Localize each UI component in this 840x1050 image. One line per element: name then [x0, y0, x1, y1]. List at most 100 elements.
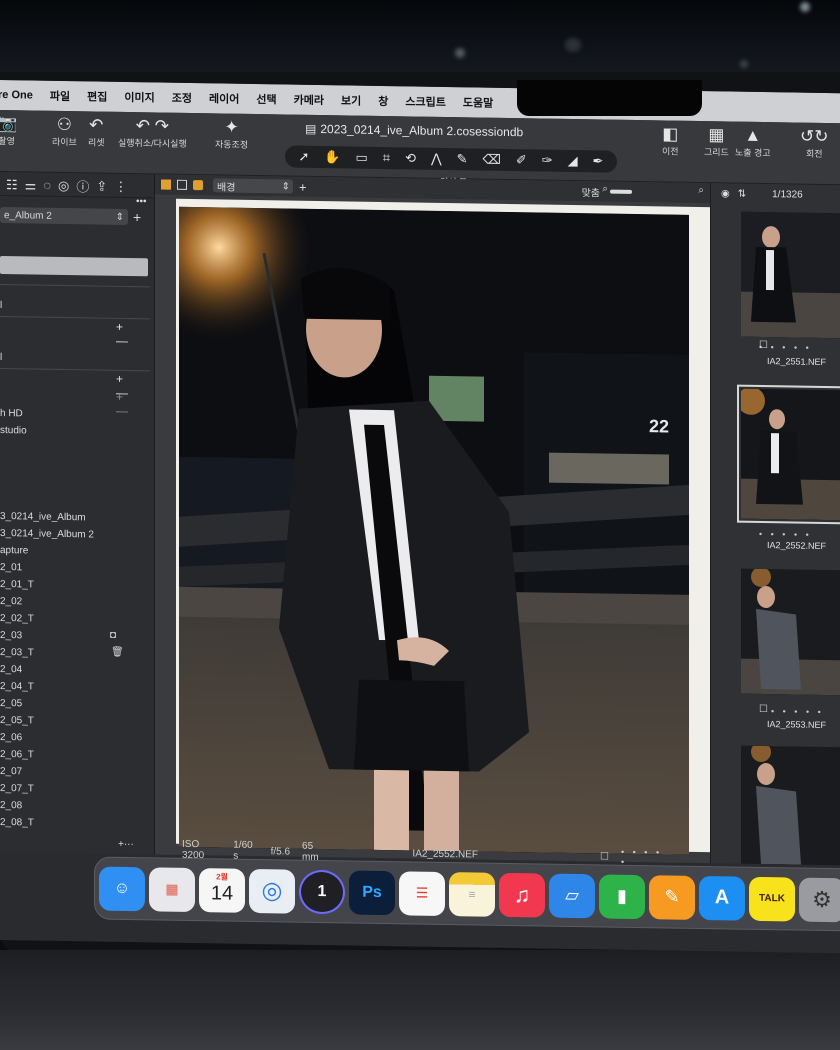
- pointer-tool-icon[interactable]: ➚: [298, 149, 309, 165]
- tree-item[interactable]: 2_07_T: [0, 783, 34, 795]
- tree-item[interactable]: 3_0214_ive_Album: [0, 511, 86, 523]
- heal-tool-icon[interactable]: ✑: [542, 153, 553, 169]
- safari-icon[interactable]: ◎: [249, 868, 295, 914]
- tree-item[interactable]: 2_06: [0, 732, 22, 743]
- thumbnail-checkbox-icon[interactable]: ☐: [759, 340, 768, 351]
- thumbnail-rating[interactable]: • • • • •: [771, 706, 824, 717]
- more-menu-icon[interactable]: ⋮: [114, 178, 127, 194]
- notes-icon[interactable]: ≡: [449, 871, 495, 917]
- eye-icon[interactable]: ◉: [721, 188, 730, 199]
- grid-button[interactable]: ▦ 그리드: [704, 125, 729, 158]
- session-select[interactable]: e_Album 2 ⇕: [0, 207, 128, 226]
- numbers-icon[interactable]: ▮: [599, 873, 645, 919]
- launchpad-icon[interactable]: ▦: [149, 866, 195, 912]
- tree-item[interactable]: 2_02_T: [0, 613, 34, 625]
- add-session-icon[interactable]: +: [133, 209, 141, 225]
- lens-tab-icon[interactable]: ◎: [58, 177, 69, 193]
- menu-item-window[interactable]: 창: [378, 93, 388, 109]
- library-tab-icon[interactable]: ☷: [6, 177, 18, 193]
- fit-label[interactable]: 맞춤: [582, 184, 600, 199]
- menu-item-camera[interactable]: 카메라: [294, 92, 324, 108]
- picker-tool-icon[interactable]: ✐: [516, 152, 527, 168]
- add-icon[interactable]: +: [299, 179, 307, 194]
- menu-app-name[interactable]: re One: [0, 89, 33, 102]
- background-select[interactable]: 배경 ⇕: [213, 178, 293, 194]
- menu-item-scripts[interactable]: 스크립트: [405, 93, 445, 110]
- auto-adjust-button[interactable]: ✦ 자동조정: [215, 117, 248, 151]
- info-tab-icon[interactable]: ⓘ: [76, 176, 89, 195]
- tree-item[interactable]: 2_01: [0, 562, 22, 573]
- gradient-tool-icon[interactable]: ◢: [568, 153, 578, 169]
- zoom-slider[interactable]: [610, 189, 632, 194]
- calendar-icon[interactable]: 2월 14: [199, 867, 245, 913]
- menu-item-select[interactable]: 선택: [256, 91, 276, 107]
- tree-item[interactable]: 2_04_T: [0, 681, 34, 693]
- tree-item[interactable]: apture: [0, 545, 28, 556]
- annotate-tool-icon[interactable]: ✒: [593, 153, 604, 169]
- pages-icon[interactable]: ✎: [649, 874, 695, 920]
- capture-one-icon[interactable]: 1: [299, 869, 345, 914]
- eraser-tool-icon[interactable]: ⌫: [482, 152, 500, 168]
- sort-icon[interactable]: ⇅: [738, 188, 746, 199]
- single-view-icon[interactable]: [161, 179, 171, 190]
- rating-checkbox-icon[interactable]: ☐: [600, 851, 609, 862]
- zoom-out-icon[interactable]: ⌕: [602, 183, 608, 194]
- before-button[interactable]: ◧ 이전: [662, 124, 679, 157]
- reset-button[interactable]: ↶ 리셋: [88, 115, 105, 148]
- loupe-tool-icon[interactable]: ▭: [356, 150, 368, 166]
- search-field[interactable]: [0, 256, 148, 277]
- thumbnail[interactable]: [741, 745, 840, 866]
- panel-options-icon[interactable]: •••: [136, 196, 147, 207]
- trash-icon[interactable]: 🗑: [111, 647, 124, 658]
- add-album-button[interactable]: +···: [118, 839, 134, 850]
- tree-item[interactable]: 2_08: [0, 800, 22, 811]
- exposure-warning-button[interactable]: ▲ 노출 경고: [735, 126, 771, 160]
- photoshop-icon[interactable]: Ps: [349, 869, 395, 915]
- tree-item[interactable]: 2_03_T: [0, 647, 34, 659]
- thumbnail-checkbox-icon[interactable]: ☐: [759, 704, 768, 715]
- tree-item[interactable]: 2_04: [0, 664, 22, 675]
- tree-item[interactable]: 2_08_T: [0, 817, 34, 829]
- live-button[interactable]: ⚇ 라이브: [52, 115, 77, 148]
- menu-item-view[interactable]: 보기: [341, 92, 361, 108]
- tree-item[interactable]: 2_07: [0, 766, 22, 777]
- zoom-in-icon[interactable]: ⌕: [698, 185, 704, 196]
- adjustments-tab-icon[interactable]: ⚌: [25, 177, 37, 193]
- menu-item-image[interactable]: 이미지: [124, 89, 154, 105]
- tree-item[interactable]: h HD: [0, 408, 23, 419]
- tree-item[interactable]: studio: [0, 425, 27, 436]
- tree-item[interactable]: 2_05: [0, 698, 22, 709]
- thumbnail[interactable]: [741, 211, 840, 339]
- music-icon[interactable]: ♫: [499, 872, 545, 918]
- lasso-tab-icon[interactable]: ◌: [43, 178, 51, 193]
- capture-button[interactable]: 📷 촬영: [0, 114, 17, 147]
- reminders-icon[interactable]: ☰: [399, 870, 445, 916]
- keynote-icon[interactable]: ▱: [549, 873, 595, 918]
- app-store-icon[interactable]: A: [699, 875, 745, 921]
- rotate-button[interactable]: ↺↻ 회전: [800, 127, 829, 160]
- add-remove-buttons-disabled[interactable]: + —: [116, 390, 154, 419]
- menu-item-layer[interactable]: 레이어: [209, 90, 239, 106]
- tree-item[interactable]: 2_03: [0, 630, 22, 641]
- menu-item-file[interactable]: 파일: [50, 88, 70, 104]
- finder-icon[interactable]: ☺: [99, 866, 145, 911]
- main-photo[interactable]: 22: [179, 206, 689, 855]
- kakaotalk-icon[interactable]: TALK: [749, 876, 795, 921]
- tree-item[interactable]: 2_01_T: [0, 579, 34, 591]
- crop-tool-icon[interactable]: ⌗: [383, 150, 390, 166]
- tree-item[interactable]: l: [0, 300, 2, 311]
- thumbnail[interactable]: [741, 568, 840, 696]
- add-remove-buttons[interactable]: + —: [116, 320, 154, 349]
- tree-item[interactable]: 2_05_T: [0, 715, 34, 727]
- tree-item[interactable]: 2_02: [0, 596, 22, 607]
- multi-view-icon[interactable]: [177, 179, 187, 190]
- undo-redo-button[interactable]: ↶ ↷ 실행취소/다시실행: [118, 116, 187, 150]
- menu-item-help[interactable]: 도움말: [463, 94, 493, 110]
- rotate-tool-icon[interactable]: ⟲: [405, 150, 416, 166]
- tree-item[interactable]: 2_06_T: [0, 749, 34, 761]
- tree-item[interactable]: 3_0214_ive_Album 2: [0, 528, 94, 540]
- pan-tool-icon[interactable]: ✋: [324, 149, 340, 165]
- thumbnail-rating[interactable]: • • • • •: [759, 529, 812, 540]
- keystone-tool-icon[interactable]: ⋀: [431, 151, 442, 167]
- export-tab-icon[interactable]: ⇪: [96, 178, 107, 194]
